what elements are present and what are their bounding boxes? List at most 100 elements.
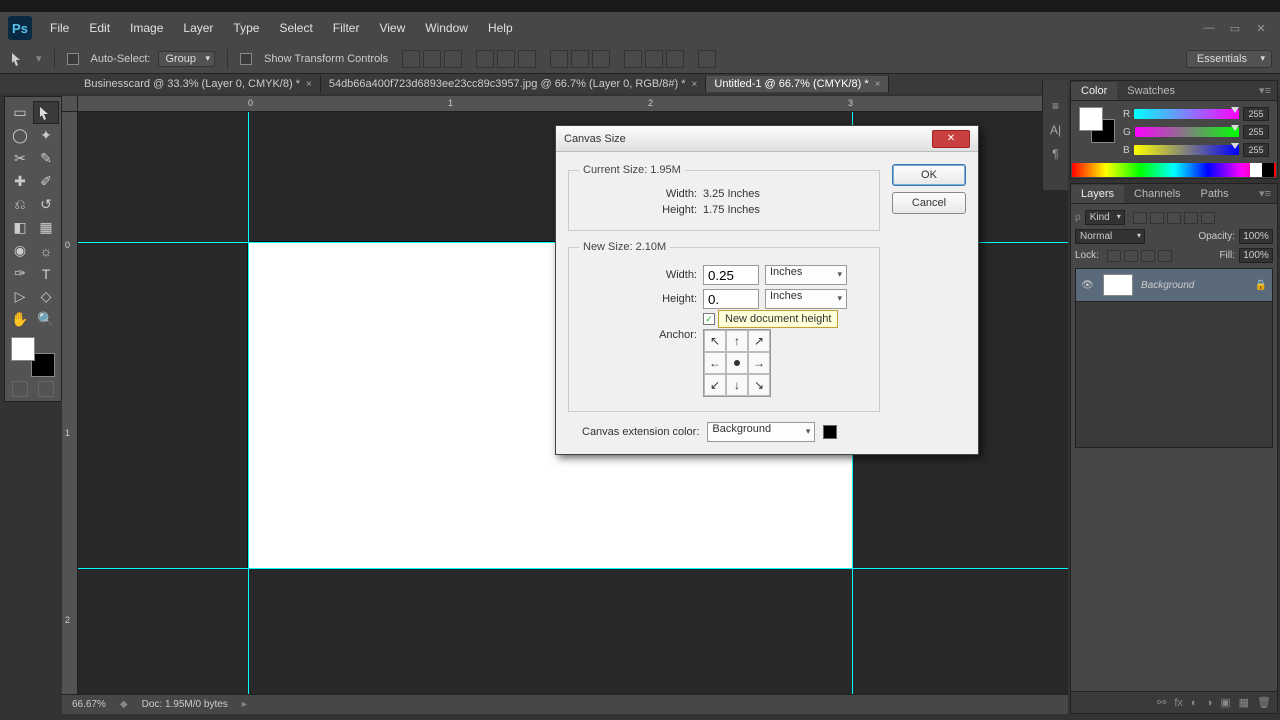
quick-select-tool-icon[interactable]: ✦ (33, 124, 59, 147)
history-brush-tool-icon[interactable]: ↺ (33, 193, 59, 216)
filter-icon[interactable] (1201, 212, 1215, 224)
show-transform-checkbox[interactable] (240, 53, 252, 65)
anchor-sw[interactable]: ↙ (704, 374, 726, 396)
filter-icon[interactable] (1133, 212, 1147, 224)
layer-name[interactable]: Background (1141, 280, 1194, 291)
window-close-icon[interactable]: ✕ (1250, 20, 1272, 36)
slider-r[interactable] (1134, 109, 1239, 119)
lock-icon[interactable] (1124, 250, 1138, 262)
anchor-e[interactable]: → (748, 352, 770, 374)
lasso-tool-icon[interactable]: ◯ (7, 124, 33, 147)
workspace-select[interactable]: Essentials (1186, 50, 1272, 68)
brush-tool-icon[interactable]: ✐ (33, 170, 59, 193)
distribute-icon[interactable] (592, 50, 610, 68)
menu-type[interactable]: Type (223, 21, 269, 35)
blend-mode-select[interactable]: Normal (1075, 229, 1145, 244)
link-layers-icon[interactable]: ⚯ (1157, 696, 1166, 709)
menu-help[interactable]: Help (478, 21, 523, 35)
fx-icon[interactable]: fx (1174, 697, 1183, 709)
group-icon[interactable]: ▣ (1220, 696, 1230, 709)
guide[interactable] (78, 568, 1068, 569)
healing-tool-icon[interactable]: ✚ (7, 170, 33, 193)
lock-icon[interactable] (1158, 250, 1172, 262)
eyedropper-tool-icon[interactable]: ✎ (33, 147, 59, 170)
adjustment-icon[interactable]: ◑ (1206, 697, 1213, 709)
anchor-s[interactable]: ↓ (726, 374, 748, 396)
guide[interactable] (248, 112, 249, 694)
menu-select[interactable]: Select (269, 21, 322, 35)
menu-file[interactable]: File (40, 21, 79, 35)
distribute-icon[interactable] (624, 50, 642, 68)
slider-b[interactable] (1134, 145, 1239, 155)
layer-kind-select[interactable]: Kind (1085, 210, 1125, 225)
distribute-icon[interactable] (645, 50, 663, 68)
lock-icon[interactable] (1107, 250, 1121, 262)
value-r[interactable]: 255 (1243, 107, 1269, 121)
mask-icon[interactable]: ◐ (1191, 697, 1198, 709)
menu-edit[interactable]: Edit (79, 21, 120, 35)
new-layer-icon[interactable]: ▦ (1239, 696, 1249, 709)
tab-paths[interactable]: Paths (1191, 185, 1239, 203)
anchor-w[interactable]: ← (704, 352, 726, 374)
align-icon[interactable] (423, 50, 441, 68)
doc-tab[interactable]: Businesscard @ 33.3% (Layer 0, CMYK/8) *… (76, 76, 321, 92)
screenmode-icon[interactable] (38, 381, 54, 397)
menu-image[interactable]: Image (120, 21, 173, 35)
distribute-icon[interactable] (571, 50, 589, 68)
lock-icon[interactable] (1141, 250, 1155, 262)
ok-button[interactable]: OK (892, 164, 966, 186)
layer-row[interactable]: 👁 Background 🔒 (1076, 269, 1272, 302)
ruler-horizontal[interactable]: 0 1 2 3 (78, 96, 1068, 112)
visibility-icon[interactable]: 👁 (1081, 280, 1095, 291)
anchor-n[interactable]: ↑ (726, 330, 748, 352)
align-icon[interactable] (518, 50, 536, 68)
ext-color-select[interactable]: Background (707, 422, 815, 442)
3d-icon[interactable] (698, 50, 716, 68)
distribute-icon[interactable] (550, 50, 568, 68)
shape-tool-icon[interactable]: ◇ (33, 285, 59, 308)
menu-view[interactable]: View (369, 21, 415, 35)
color-spectrum[interactable] (1072, 163, 1276, 177)
dodge-tool-icon[interactable]: ☼ (33, 239, 59, 262)
value-b[interactable]: 255 (1243, 143, 1269, 157)
color-fgbg[interactable] (1079, 107, 1115, 143)
type-tool-icon[interactable]: T (33, 262, 59, 285)
stamp-tool-icon[interactable]: ⎌ (7, 193, 33, 216)
align-icon[interactable] (402, 50, 420, 68)
relative-checkbox[interactable]: ✓ (703, 313, 715, 325)
tab-swatches[interactable]: Swatches (1117, 82, 1185, 100)
value-g[interactable]: 255 (1243, 125, 1269, 139)
eraser-tool-icon[interactable]: ◧ (7, 216, 33, 239)
dialog-close-button[interactable]: ✕ (932, 130, 970, 148)
marquee-tool-icon[interactable]: ▭ (7, 101, 33, 124)
zoom-tool-icon[interactable]: 🔍 (33, 308, 59, 331)
width-unit-select[interactable]: Inches (765, 265, 847, 285)
align-icon[interactable] (497, 50, 515, 68)
anchor-ne[interactable]: ↗ (748, 330, 770, 352)
ruler-origin[interactable] (62, 96, 78, 112)
fill-input[interactable]: 100% (1239, 248, 1273, 263)
character-panel-icon[interactable]: A| (1046, 120, 1066, 140)
layer-thumbnail[interactable] (1103, 274, 1133, 296)
doc-tab-active[interactable]: Untitled-1 @ 66.7% (CMYK/8) *× (706, 76, 889, 92)
zoom-level[interactable]: 66.67% (72, 699, 106, 710)
doc-info[interactable]: Doc: 1.95M/0 bytes (142, 699, 228, 710)
close-icon[interactable]: × (692, 79, 698, 90)
menu-filter[interactable]: Filter (323, 21, 370, 35)
current-tool-icon[interactable] (8, 50, 28, 68)
window-maximize-icon[interactable]: ▭ (1224, 20, 1246, 36)
menu-layer[interactable]: Layer (173, 21, 223, 35)
anchor-center[interactable] (726, 352, 748, 374)
blur-tool-icon[interactable]: ◉ (7, 239, 33, 262)
gradient-tool-icon[interactable]: ▦ (33, 216, 59, 239)
tab-channels[interactable]: Channels (1124, 185, 1190, 203)
history-panel-icon[interactable]: ≡ (1046, 96, 1066, 116)
filter-icon[interactable] (1184, 212, 1198, 224)
align-icon[interactable] (444, 50, 462, 68)
close-icon[interactable]: × (875, 79, 881, 90)
height-unit-select[interactable]: Inches (765, 289, 847, 309)
opacity-input[interactable]: 100% (1239, 229, 1273, 244)
anchor-se[interactable]: ↘ (748, 374, 770, 396)
hand-tool-icon[interactable]: ✋ (7, 308, 33, 331)
filter-icon[interactable] (1167, 212, 1181, 224)
